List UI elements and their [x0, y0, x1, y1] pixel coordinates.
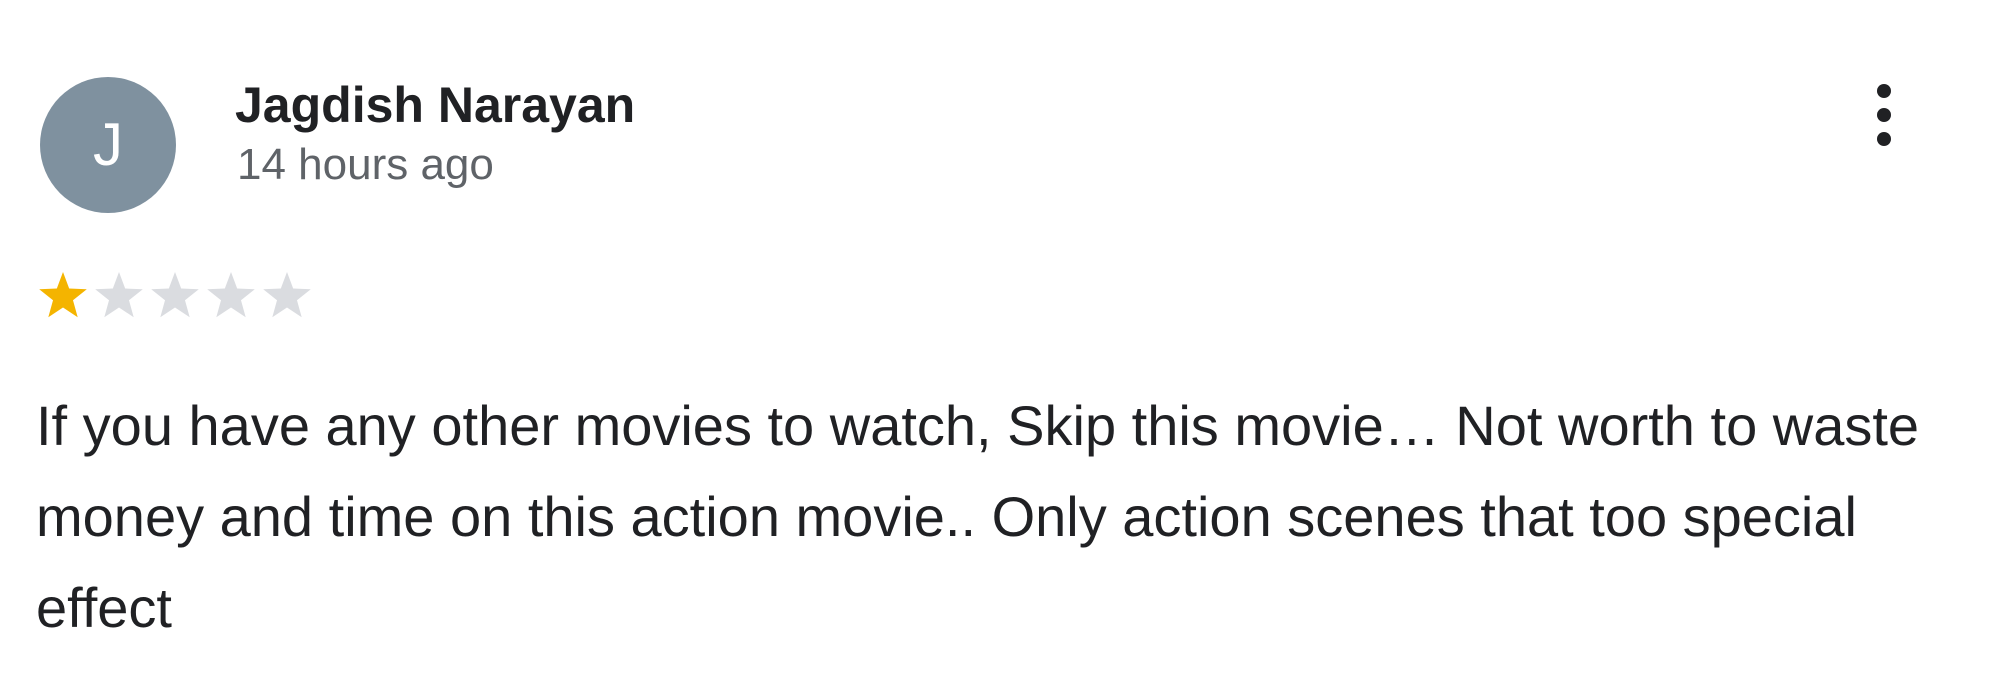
avatar[interactable]: J	[40, 77, 176, 213]
more-vert-icon	[1877, 84, 1891, 146]
star-empty-icon	[207, 272, 255, 318]
author-name[interactable]: Jagdish Narayan	[235, 77, 635, 133]
more-options-button[interactable]	[1860, 82, 1908, 148]
avatar-initial: J	[93, 111, 123, 178]
star-rating	[38, 267, 318, 323]
star-filled-icon	[39, 272, 87, 318]
review-text: If you have any other movies to watch, S…	[36, 394, 1920, 639]
star-empty-icon	[95, 272, 143, 318]
review-card: J Jagdish Narayan 14 hours ago If you ha…	[0, 0, 2000, 679]
star-empty-icon	[151, 272, 199, 318]
review-time: 14 hours ago	[237, 140, 494, 189]
star-rating-icons	[39, 272, 311, 318]
star-empty-icon	[263, 272, 311, 318]
